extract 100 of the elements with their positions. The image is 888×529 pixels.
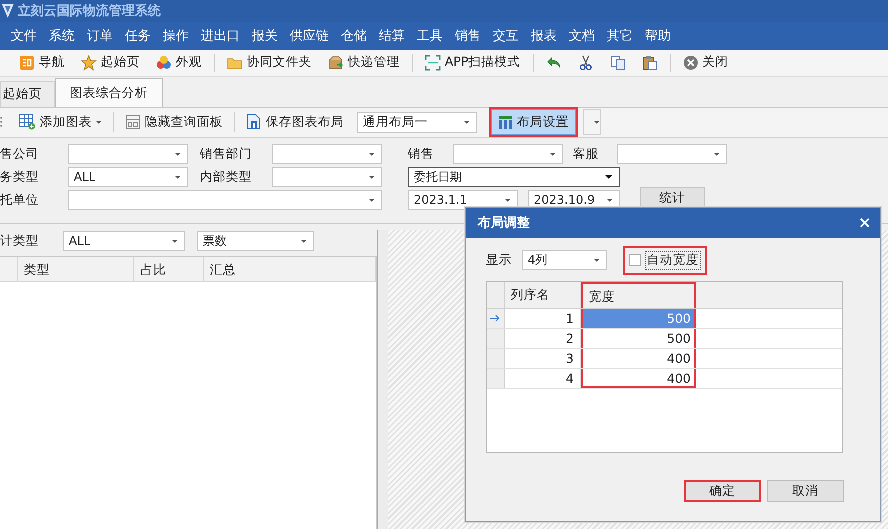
scan-frame-icon [425,54,441,70]
menu-item[interactable]: 交互 [487,27,525,45]
field-label: 销售部门 [200,146,253,162]
toolbar-button[interactable]: 导航 [12,52,72,73]
column-header[interactable]: 汇总 [204,257,376,281]
app-title: 立刻云国际物流管理系统 [18,2,161,20]
grid-icon [19,54,35,70]
clipboard-icon [642,54,658,70]
field-label: 内部类型 [200,168,253,186]
row-header[interactable] [487,309,505,328]
table-cell[interactable]: 500 [581,329,696,348]
caret-icon [505,198,511,202]
package-icon [328,54,344,70]
caret-icon [605,175,613,179]
empty-combo[interactable] [272,167,382,187]
dropdown-button[interactable] [583,109,601,135]
value-combo[interactable]: ALL [63,231,185,251]
value-combo[interactable]: 票数 [197,231,314,251]
caret-icon [369,198,375,202]
layout-combo[interactable]: 通用布局一 [357,112,477,132]
table-cell[interactable]: 400 [581,369,696,388]
toolbar-button[interactable]: 关闭 [676,52,736,73]
dialog-button[interactable]: 取消 [767,480,844,502]
toolbar-button[interactable]: 快递管理 [321,52,407,73]
caret-icon [369,152,375,156]
toolbar-button[interactable]: APP扫描模式 [418,52,528,73]
empty-combo[interactable] [272,144,382,164]
caret-icon [172,240,178,242]
caret-icon [594,258,600,262]
value-combo[interactable]: 2023.1.1 [408,190,518,210]
menu-item[interactable]: 供应链 [284,27,335,45]
panel-splitter[interactable] [378,230,388,529]
hide-panel-button[interactable]: 隐藏查询面板 [120,112,228,132]
grip-icon [0,116,3,128]
column-header[interactable]: 类型 [18,257,134,281]
menu-item[interactable]: 报表 [525,27,563,45]
empty-combo[interactable] [68,190,382,210]
panel-icon [125,114,141,130]
caret-icon [464,120,470,124]
value-combo[interactable]: ALL [68,167,188,187]
caret-icon [175,176,181,178]
table-cell: 2 [505,329,581,348]
menu-item[interactable]: 仓储 [335,27,373,45]
menu-item[interactable]: 订单 [81,27,119,45]
close-icon[interactable] [860,218,870,228]
document-icon [246,114,262,130]
caret-icon [369,176,375,178]
date-type-select[interactable]: 委托日期 [408,167,620,187]
field-label: 计类型 [0,232,40,250]
columns-combo[interactable]: 4列 [522,250,607,270]
toolbar-button[interactable]: 外观 [149,52,209,73]
close-icon [682,54,699,70]
caret-icon [301,240,307,242]
table-cell[interactable]: 400 [581,349,696,368]
caret-icon [594,120,600,124]
field-label: 客服 [573,146,600,162]
add-chart-button[interactable]: 添加图表 [14,112,107,132]
field-label: 显示 [486,252,513,268]
menu-item[interactable]: 文件 [5,27,43,45]
table-add-icon [19,114,36,130]
caret-icon [550,152,556,156]
caret-icon [96,120,102,124]
dialog-button[interactable]: 确定 [684,480,761,502]
document-tab[interactable]: 起始页 [0,81,55,107]
logo-icon [2,4,14,18]
table-cell: 4 [505,369,581,388]
save-layout-button[interactable]: 保存图表布局 [241,112,349,132]
menu-item[interactable]: 结算 [373,27,411,45]
menu-item[interactable]: 文档 [563,27,601,45]
copy-icon [610,54,626,70]
empty-combo[interactable] [617,144,727,164]
menu-item[interactable]: 系统 [43,27,81,45]
menu-item[interactable]: 进出口 [195,27,246,45]
empty-combo[interactable] [68,144,188,164]
row-pointer-icon [490,315,501,322]
column-header[interactable]: 占比 [134,257,204,281]
empty-combo[interactable] [453,144,563,164]
spheres-icon [156,54,172,70]
field-label: 售公司 [0,146,40,162]
document-tab[interactable]: 图表综合分析 [55,78,163,107]
caret-icon [714,152,720,156]
menu-item[interactable]: 报关 [246,27,284,45]
toolbar-button[interactable]: 起始页 [74,52,147,73]
column-header[interactable]: 列序名 [505,282,581,308]
dialog-title: 布局调整 [478,215,530,232]
field-label: 托单位 [0,192,40,208]
menu-item[interactable]: 工具 [411,27,449,45]
columns-icon [498,114,513,130]
menu-item[interactable]: 其它 [601,27,639,45]
toolbar-button[interactable]: 协同文件夹 [220,52,319,73]
menu-item[interactable]: 帮助 [639,27,677,45]
checkbox[interactable] [629,254,641,266]
menu-item[interactable]: 操作 [157,27,195,45]
table-cell: 3 [505,349,581,368]
caret-icon [175,152,181,156]
menu-item[interactable]: 销售 [449,27,487,45]
star-icon [81,54,97,70]
menu-item[interactable]: 任务 [119,27,157,45]
checkbox-label[interactable]: 自动宽度 [645,250,701,270]
layout-settings-button[interactable]: 布局设置 [489,107,578,137]
